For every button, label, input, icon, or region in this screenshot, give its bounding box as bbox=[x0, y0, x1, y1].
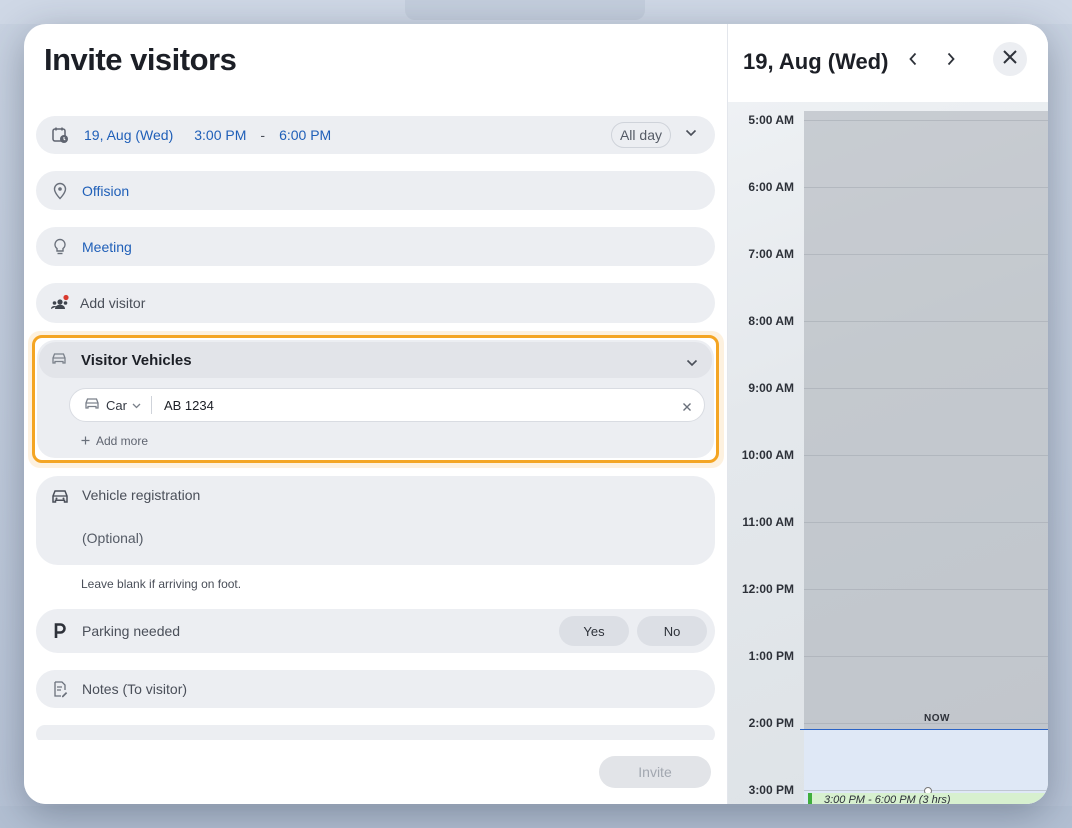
parking-no-button[interactable]: No bbox=[637, 616, 707, 646]
purpose-value: Meeting bbox=[82, 238, 132, 255]
vehicle-registration-input[interactable]: (Optional) bbox=[82, 530, 143, 546]
hour-gridline bbox=[804, 455, 1048, 456]
close-button[interactable] bbox=[993, 42, 1027, 76]
hour-gridline bbox=[804, 187, 1048, 188]
lightbulb-icon bbox=[50, 237, 70, 257]
parking-needed-row: Parking needed Yes No bbox=[36, 609, 715, 653]
hour-label: 8:00 AM bbox=[748, 314, 794, 328]
hour-gridline bbox=[804, 522, 1048, 523]
chevron-down-icon[interactable] bbox=[686, 354, 698, 372]
calendar-clock-icon bbox=[50, 125, 70, 145]
hour-label: 6:00 AM bbox=[748, 180, 794, 194]
notes-placeholder: Notes (To visitor) bbox=[82, 681, 188, 697]
background-pill bbox=[405, 0, 645, 20]
calendar-timeline: 5:00 AM 6:00 AM 7:00 AM 8:00 AM 9:00 AM 10:00… bbox=[728, 102, 1048, 804]
hour-gridline bbox=[804, 589, 1048, 590]
date-value[interactable]: 19, Aug (Wed) bbox=[84, 127, 173, 143]
parking-icon bbox=[50, 621, 70, 641]
calendar-header: 19, Aug (Wed) bbox=[728, 24, 1048, 102]
plus-icon bbox=[81, 434, 90, 448]
all-day-toggle[interactable]: All day bbox=[610, 122, 671, 148]
calendar-hour-row: 7:00 AM bbox=[728, 247, 1048, 261]
add-visitor-placeholder: Add visitor bbox=[80, 295, 146, 311]
hour-label: 3:00 PM bbox=[748, 783, 794, 797]
hour-gridline bbox=[804, 388, 1048, 389]
car-icon bbox=[50, 486, 70, 506]
purpose-field[interactable]: Meeting bbox=[36, 227, 715, 266]
visitor-vehicles-header[interactable]: Visitor Vehicles bbox=[39, 342, 712, 378]
chevron-down-icon[interactable] bbox=[685, 129, 697, 137]
add-more-button[interactable]: Add more bbox=[81, 434, 148, 448]
calendar-hour-row: 2:00 PM bbox=[728, 716, 1048, 730]
location-value: Offision bbox=[82, 182, 130, 199]
clear-icon[interactable] bbox=[682, 399, 692, 417]
add-more-label: Add more bbox=[96, 434, 149, 448]
calendar-hour-row: 6:00 AM bbox=[728, 180, 1048, 194]
calendar-hour-row: 12:00 PM bbox=[728, 582, 1048, 596]
hour-label: 5:00 AM bbox=[748, 113, 794, 127]
chevron-left-icon[interactable] bbox=[908, 52, 918, 71]
hour-gridline bbox=[804, 321, 1048, 322]
car-icon bbox=[84, 396, 100, 415]
chevron-right-icon[interactable] bbox=[946, 52, 956, 71]
location-pin-icon bbox=[50, 181, 70, 201]
calendar-date: 19, Aug (Wed) bbox=[743, 49, 889, 74]
past-time-shade bbox=[804, 111, 1048, 729]
hour-label: 7:00 AM bbox=[748, 247, 794, 261]
calendar-hour-row: 3:00 PM bbox=[728, 783, 1048, 797]
calendar-event[interactable]: 3:00 PM - 6:00 PM (3 hrs) bbox=[808, 793, 1048, 804]
divider bbox=[150, 396, 152, 414]
vehicle-type-select[interactable]: Car bbox=[106, 398, 127, 413]
background-bottom bbox=[0, 806, 1072, 828]
calendar-hour-row: 10:00 AM bbox=[728, 448, 1048, 462]
hour-label: 2:00 PM bbox=[748, 716, 794, 730]
visitor-vehicles-section: Visitor Vehicles Car AB 1234 Add more bbox=[37, 340, 714, 458]
vehicle-registration-label: Vehicle registration bbox=[82, 487, 201, 503]
calendar-hour-row: 5:00 AM bbox=[728, 113, 1048, 127]
now-indicator-line bbox=[800, 729, 1048, 730]
note-edit-icon bbox=[50, 679, 70, 699]
calendar-hour-row: 1:00 PM bbox=[728, 649, 1048, 663]
date-time-row[interactable]: 19, Aug (Wed) 3:00 PM - 6:00 PM All day bbox=[36, 116, 715, 154]
car-icon bbox=[51, 351, 67, 370]
parking-needed-label: Parking needed bbox=[82, 623, 181, 639]
calendar-hour-row: 11:00 AM bbox=[728, 515, 1048, 529]
notes-to-visitor-field[interactable]: Notes (To visitor) bbox=[36, 670, 715, 708]
start-time-value[interactable]: 3:00 PM bbox=[194, 127, 246, 143]
hour-gridline bbox=[804, 254, 1048, 255]
invite-form: Invite visitors 19, Aug (Wed) 3:00 PM - … bbox=[24, 24, 727, 804]
visitor-vehicles-title: Visitor Vehicles bbox=[81, 351, 192, 369]
calendar-hour-row: 9:00 AM bbox=[728, 381, 1048, 395]
close-icon bbox=[1002, 49, 1018, 70]
registration-hint: Leave blank if arriving on foot. bbox=[81, 577, 242, 591]
hour-label: 1:00 PM bbox=[748, 649, 794, 663]
calendar-hour-row: 8:00 AM bbox=[728, 314, 1048, 328]
vehicle-entry[interactable]: Car AB 1234 bbox=[69, 388, 705, 422]
vehicle-registration-field[interactable]: Vehicle registration (Optional) bbox=[36, 476, 715, 565]
add-visitor-field[interactable]: Add visitor bbox=[36, 283, 715, 323]
parking-yes-button[interactable]: Yes bbox=[559, 616, 629, 646]
end-time-value[interactable]: 6:00 PM bbox=[279, 127, 331, 143]
hour-label: 9:00 AM bbox=[748, 381, 794, 395]
time-separator: - bbox=[260, 127, 266, 143]
page-title: Invite visitors bbox=[44, 42, 237, 77]
now-label: NOW bbox=[924, 713, 950, 724]
day-calendar-panel: 19, Aug (Wed) 5:00 AM 6:00 AM 7:00 AM 8:00 … bbox=[727, 24, 1048, 804]
location-field[interactable]: Offision bbox=[36, 171, 715, 210]
hour-gridline bbox=[804, 656, 1048, 657]
invite-visitors-dialog: Invite visitors 19, Aug (Wed) 3:00 PM - … bbox=[24, 24, 1048, 804]
hour-label: 10:00 AM bbox=[741, 448, 794, 462]
hour-label: 11:00 AM bbox=[742, 515, 794, 529]
vehicle-plate-input[interactable]: AB 1234 bbox=[164, 398, 214, 413]
hour-label: 12:00 PM bbox=[741, 582, 794, 596]
invite-button[interactable]: Invite bbox=[599, 756, 711, 788]
chevron-down-icon[interactable] bbox=[132, 396, 141, 414]
visitor-vehicles-highlight: Visitor Vehicles Car AB 1234 Add more bbox=[32, 335, 719, 463]
hour-gridline bbox=[804, 120, 1048, 121]
people-icon bbox=[50, 293, 70, 313]
